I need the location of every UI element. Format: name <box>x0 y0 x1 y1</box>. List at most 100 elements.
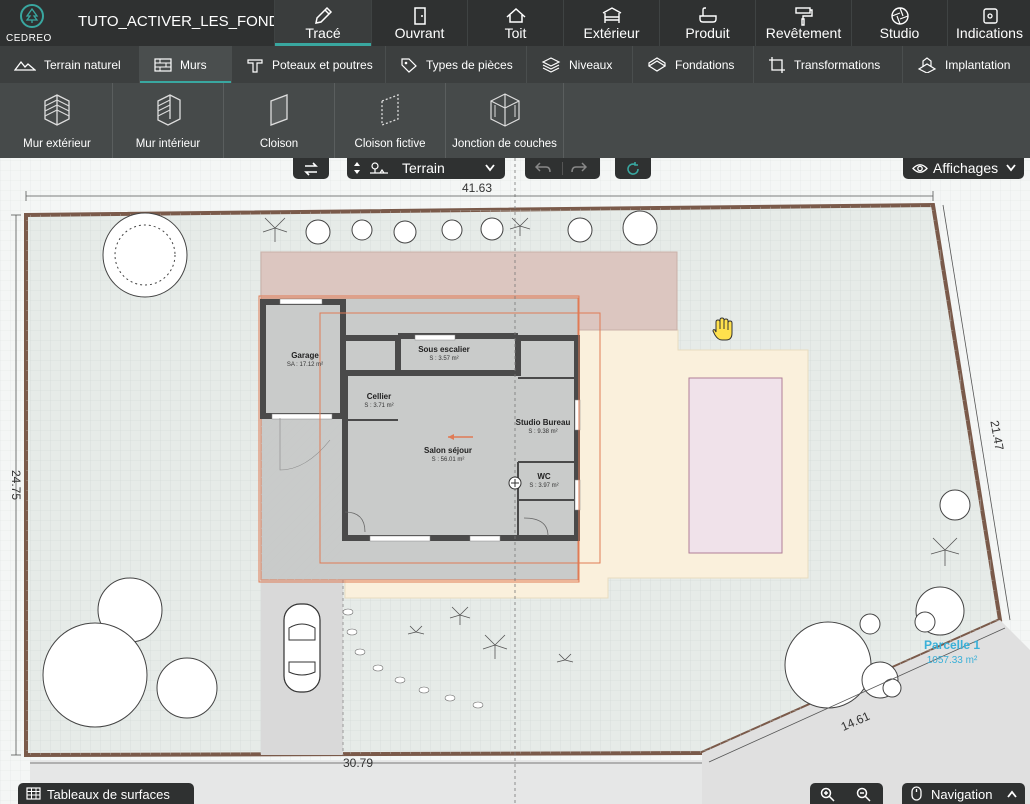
level-select[interactable]: Terrain <box>347 158 505 179</box>
chevron-down-icon <box>485 164 495 172</box>
room-name: Garage <box>291 351 319 360</box>
tab-revetement[interactable]: Revêtement <box>755 0 851 46</box>
room-name: WC <box>537 472 551 481</box>
subtab-terrain-naturel[interactable]: Terrain naturel <box>0 46 138 83</box>
camera-aperture-icon <box>890 7 909 25</box>
room-name: Salon séjour <box>424 446 472 455</box>
tab-ouvrant[interactable]: Ouvrant <box>371 0 467 46</box>
redo-icon[interactable] <box>571 162 587 174</box>
navigation-button[interactable]: Navigation <box>902 783 1025 804</box>
tree <box>102 212 188 298</box>
tool-label: Cloison fictive <box>354 138 426 150</box>
tool-cloison-fictive[interactable]: Cloison fictive <box>335 83 446 158</box>
sync-icon <box>627 161 639 175</box>
tab-studio[interactable]: Studio <box>851 0 947 46</box>
eye-icon <box>912 164 928 173</box>
interior-wall-icon <box>157 94 181 126</box>
crop-icon <box>769 56 785 73</box>
dimension-left: 24.75 <box>9 470 23 500</box>
tableaux-surfaces-button[interactable]: Tableaux de surfaces <box>18 783 194 804</box>
swap-button[interactable] <box>293 158 329 179</box>
project-name[interactable]: TUTO_ACTIVER_LES_FONDA... <box>78 13 302 30</box>
room-name: Cellier <box>367 392 391 401</box>
tab-produit[interactable]: Produit <box>659 0 755 46</box>
tag-icon <box>982 8 998 24</box>
dimension-top: 41.63 <box>462 181 492 195</box>
sort-arrows-icon <box>354 162 360 174</box>
subtab-fondations[interactable]: Fondations <box>632 46 753 83</box>
tool-jonction-couches[interactable]: Jonction de couches <box>446 83 564 158</box>
top-bar: CEDREO TUTO_ACTIVER_LES_FONDA... Tracé O… <box>0 0 1030 46</box>
zoom-out-icon[interactable] <box>856 787 871 802</box>
room-name: Sous escalier <box>418 345 470 354</box>
subtab-poteaux[interactable]: Poteaux et poutres <box>231 46 385 83</box>
tab-trace[interactable]: Tracé <box>274 0 371 46</box>
layer-junction-icon <box>489 93 520 127</box>
pergola-icon <box>602 7 621 23</box>
subtab-implantation[interactable]: Implantation <box>902 46 1030 83</box>
exterior-wall-icon <box>44 94 70 126</box>
table-icon <box>26 787 41 800</box>
room-area: S : 9.38 m² <box>528 429 557 435</box>
subtab-label: Terrain naturel <box>44 57 121 72</box>
fictive-partition-icon <box>381 94 399 126</box>
tab-label: Ouvrant <box>394 25 445 41</box>
tab-exterieur[interactable]: Extérieur <box>563 0 659 46</box>
tab-indications[interactable]: Indications <box>947 0 1030 46</box>
tab-label: Produit <box>685 25 730 41</box>
tool-cloison[interactable]: Cloison <box>224 83 335 158</box>
subtab-label: Poteaux et poutres <box>272 57 373 72</box>
tool-mur-exterieur[interactable]: Mur extérieur <box>2 83 113 158</box>
tab-label: Revêtement <box>765 25 842 41</box>
terrain-level-icon <box>370 162 388 174</box>
affichages-dropdown[interactable]: Affichages <box>903 158 1024 179</box>
navigation-label: Navigation <box>931 787 993 802</box>
room-area: S : 3.57 m² <box>429 356 458 362</box>
level-label: Terrain <box>402 160 445 176</box>
zoom-group <box>810 783 883 804</box>
tool-label: Cloison <box>259 138 299 150</box>
subtab-label: Transformations <box>794 57 881 72</box>
swap-arrows-icon <box>304 161 318 176</box>
move-handle <box>508 476 522 490</box>
zoom-in-icon[interactable] <box>820 787 835 802</box>
tool-mur-interieur[interactable]: Mur intérieur <box>113 83 224 158</box>
subtab-label: Niveaux <box>569 57 613 72</box>
room-tag-icon <box>401 57 417 73</box>
tool-label: Mur extérieur <box>23 138 91 150</box>
tree-icon <box>20 4 44 28</box>
partition-icon <box>270 94 288 126</box>
hand-cursor-icon <box>712 317 733 341</box>
implantation-icon <box>917 56 937 73</box>
tab-toit[interactable]: Toit <box>467 0 563 46</box>
subtab-niveaux[interactable]: Niveaux <box>526 46 632 83</box>
terrain-icon <box>14 60 36 71</box>
chevron-down-icon <box>1006 164 1016 172</box>
roof-icon <box>506 7 525 23</box>
cedreo-logo[interactable]: CEDREO <box>0 0 66 46</box>
undo-redo-group <box>525 158 600 179</box>
floor-plan[interactable]: Garage SA : 17.12 m² Sous escalier S : 3… <box>0 158 1030 804</box>
wall-tools-palette: Mur extérieur Mur intérieur Cloison Cloi… <box>0 83 1030 158</box>
tab-label: Indications <box>956 25 1023 41</box>
brick-wall-icon <box>154 57 172 72</box>
foundation-icon <box>647 56 667 72</box>
room-name: Studio Bureau <box>516 418 571 427</box>
chevron-up-icon <box>1007 790 1017 798</box>
subtab-label: Types de pièces <box>426 57 513 72</box>
subtab-types-pieces[interactable]: Types de pièces <box>385 46 526 83</box>
door-icon <box>413 7 426 25</box>
plan-canvas[interactable]: Garage SA : 17.12 m² Sous escalier S : 3… <box>0 158 1030 804</box>
subtab-transformations[interactable]: Transformations <box>753 46 902 83</box>
brand-name: CEDREO <box>6 33 52 44</box>
paint-roller-icon <box>794 7 813 26</box>
room-area: SA : 17.12 m² <box>287 362 323 368</box>
tool-label: Mur intérieur <box>135 138 201 150</box>
subtab-murs[interactable]: Murs <box>139 46 231 83</box>
dimension-bottom-left: 30.79 <box>343 756 373 770</box>
layers-icon <box>541 56 561 73</box>
sync-button[interactable] <box>615 158 651 179</box>
affichages-label: Affichages <box>933 160 999 176</box>
tab-label: Studio <box>879 25 920 41</box>
undo-icon[interactable] <box>535 162 551 174</box>
